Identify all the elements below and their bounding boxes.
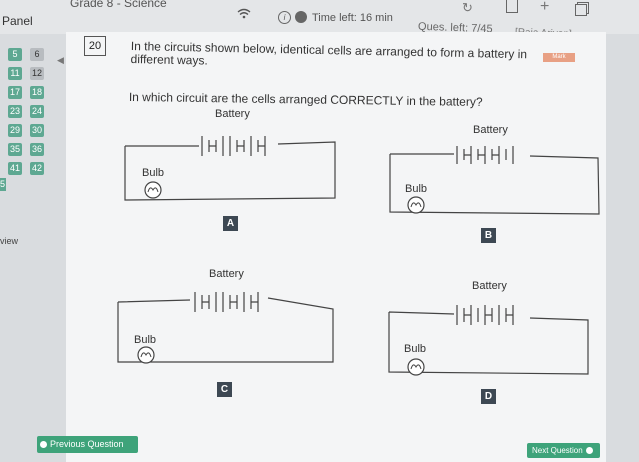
bulb-label-c: Bulb (134, 334, 157, 346)
panel-question-number[interactable]: 11 (8, 67, 22, 80)
option-c[interactable]: C (217, 382, 232, 397)
previous-question-button[interactable]: Previous Question (37, 436, 138, 453)
previous-question-label: Previous Question (50, 439, 124, 449)
panel-question-number[interactable]: 18 (30, 86, 44, 99)
bulb-label-d: Bulb (404, 343, 427, 355)
battery-label-a: Battery (215, 108, 250, 120)
option-a[interactable]: A (223, 216, 238, 231)
bulb-label-b: Bulb (405, 183, 428, 195)
battery-label-b: Battery (473, 124, 508, 136)
panel-question-number[interactable]: 17 (8, 86, 22, 99)
arrow-right-icon (585, 447, 593, 455)
battery-label-c: Battery (209, 268, 244, 280)
circuit-diagrams (117, 136, 600, 376)
panel-question-number[interactable]: 6 (30, 48, 44, 61)
next-question-label: Next Question (532, 446, 583, 455)
arrow-left-icon (40, 441, 47, 449)
panel-question-number[interactable]: 23 (8, 105, 22, 118)
panel-question-number[interactable]: 42 (30, 162, 44, 175)
battery-label-d: Battery (472, 280, 507, 292)
panel-question-number[interactable]: 12 (30, 67, 44, 80)
panel-question-number[interactable]: 36 (30, 143, 44, 156)
panel-question-number[interactable]: 30 (30, 124, 44, 137)
panel-question-number[interactable]: 35 (8, 143, 22, 156)
panel-question-number[interactable]: 24 (30, 105, 44, 118)
panel-question-number[interactable]: 5 (8, 48, 22, 61)
bulb-label-a: Bulb (142, 167, 165, 179)
panel-question-number[interactable]: 29 (8, 124, 22, 137)
option-b[interactable]: B (481, 228, 496, 243)
option-d[interactable]: D (481, 389, 496, 404)
next-question-button[interactable]: Next Question (527, 443, 600, 458)
panel-question-number[interactable]: 41 (8, 162, 22, 175)
